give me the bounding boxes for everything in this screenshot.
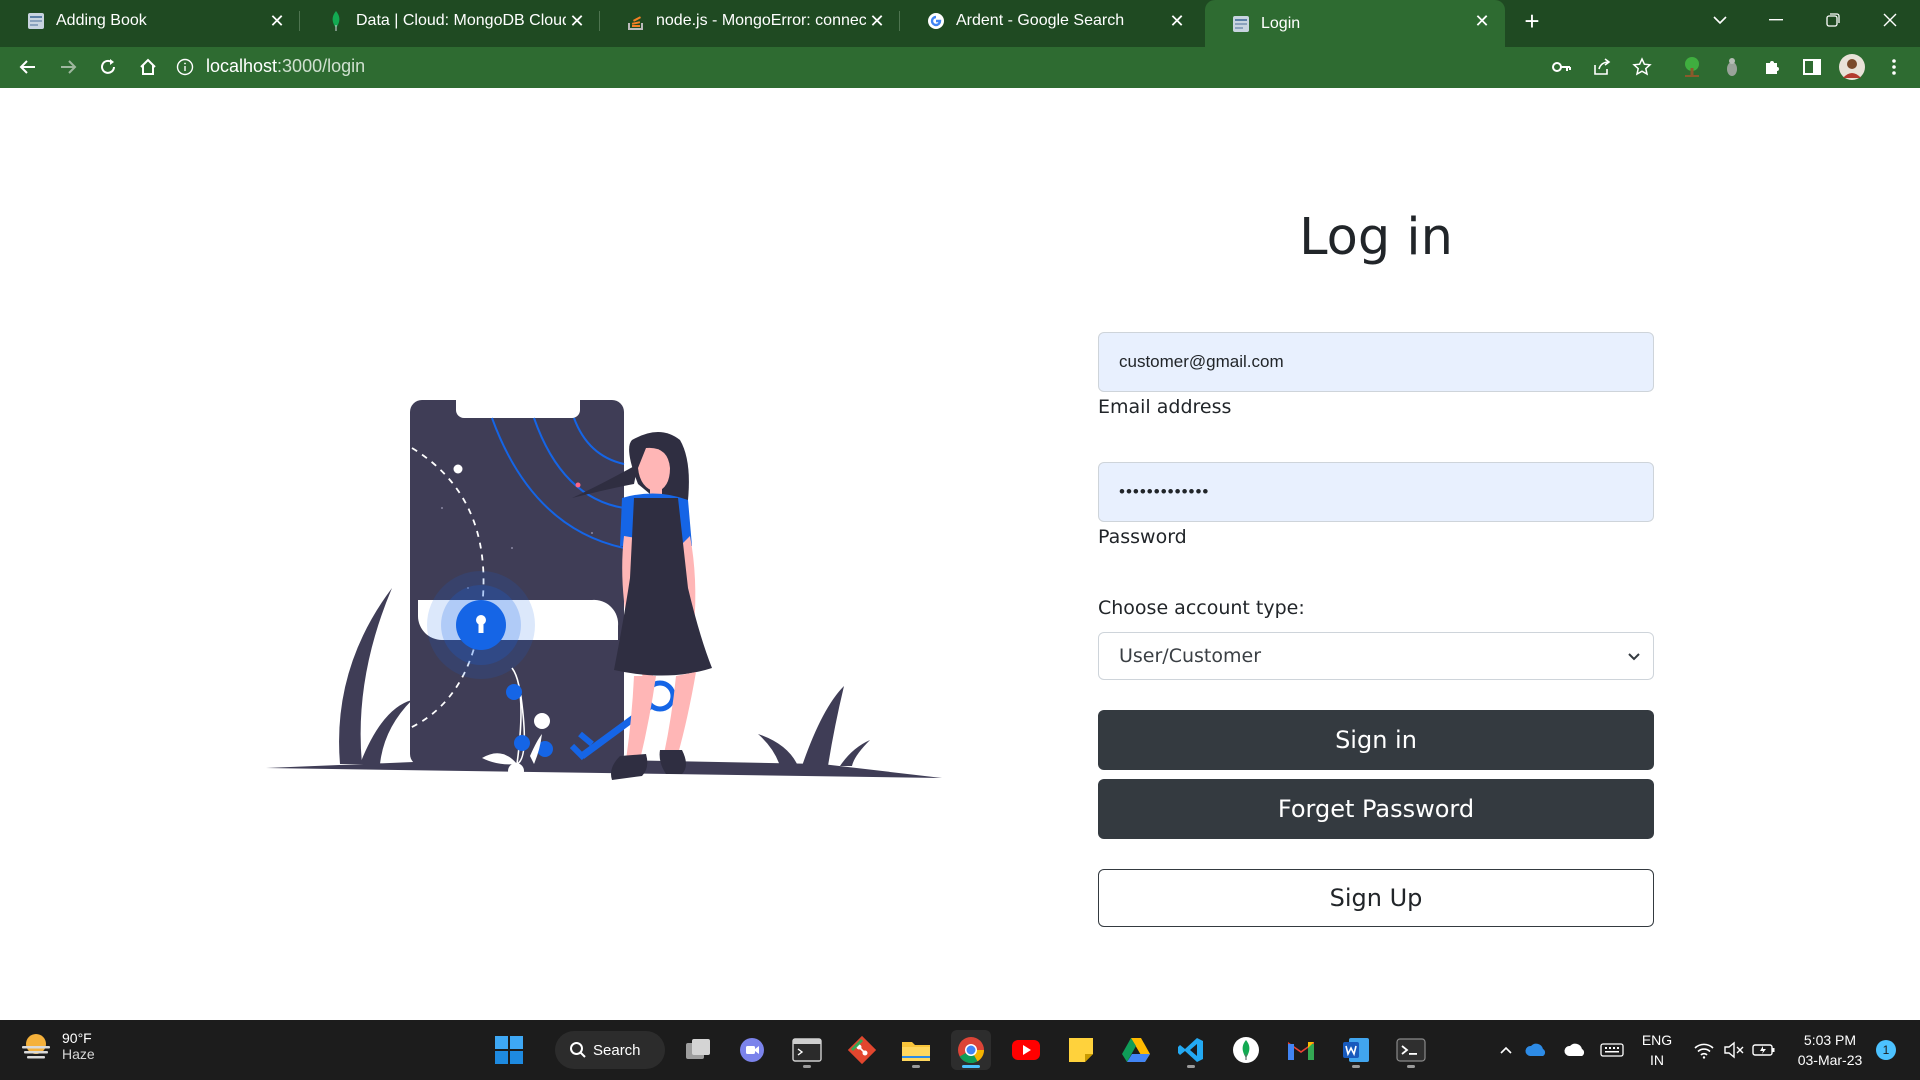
- terminal-window-icon[interactable]: [787, 1030, 827, 1070]
- browser-toolbar: localhost :3000/login: [0, 47, 1920, 88]
- notification-badge[interactable]: 1: [1876, 1040, 1896, 1060]
- password-label: Password: [1098, 526, 1187, 548]
- minimize-icon[interactable]: [1748, 0, 1804, 40]
- reload-icon[interactable]: [92, 51, 124, 83]
- close-tab-icon[interactable]: ✕: [1473, 12, 1491, 30]
- word-icon[interactable]: [1336, 1030, 1376, 1070]
- extensions-puzzle-icon[interactable]: [1758, 53, 1786, 81]
- taskbar-search[interactable]: Search: [555, 1031, 665, 1069]
- page-title: Log in: [1299, 208, 1453, 267]
- tree-extension-icon[interactable]: [1678, 53, 1706, 81]
- weather-condition: Haze: [62, 1046, 95, 1062]
- close-tab-icon[interactable]: ✕: [1168, 12, 1186, 30]
- profile-avatar[interactable]: [1838, 53, 1866, 81]
- gmail-icon[interactable]: [1281, 1030, 1321, 1070]
- restore-icon[interactable]: [1805, 0, 1861, 40]
- close-window-icon[interactable]: [1862, 0, 1918, 40]
- account-type-selected: User/Customer: [1119, 645, 1261, 667]
- forget-password-button[interactable]: Forget Password: [1098, 779, 1654, 839]
- task-view-icon[interactable]: [678, 1030, 718, 1070]
- terminal-icon[interactable]: [1391, 1030, 1431, 1070]
- language-code: ENG: [1641, 1032, 1673, 1048]
- new-tab-button[interactable]: +: [1518, 8, 1546, 36]
- volume-muted-icon[interactable]: [1720, 1030, 1748, 1070]
- mongodb-compass-icon[interactable]: [1226, 1030, 1266, 1070]
- tab-title: Adding Book: [56, 12, 147, 29]
- tab-title: Data | Cloud: MongoDB Cloud: [356, 12, 566, 29]
- google-icon: [926, 11, 946, 31]
- tab-search-chevron-icon[interactable]: [1692, 0, 1748, 40]
- tab-login[interactable]: Login ✕: [1205, 0, 1505, 47]
- tab-title: Ardent - Google Search: [956, 12, 1125, 29]
- tray-overflow-chevron-icon[interactable]: [1494, 1030, 1518, 1070]
- forward-arrow-icon[interactable]: [52, 51, 84, 83]
- wifi-icon[interactable]: [1690, 1030, 1718, 1070]
- youtube-icon[interactable]: [1006, 1030, 1046, 1070]
- browser-tab-strip: Adding Book ✕ Data | Cloud: MongoDB Clou…: [0, 0, 1920, 47]
- weather-temp: 90°F: [62, 1030, 92, 1046]
- key-icon[interactable]: [1548, 53, 1576, 81]
- url-host: localhost: [206, 56, 278, 76]
- keyboard-icon[interactable]: [1598, 1030, 1626, 1070]
- sign-up-button[interactable]: Sign Up: [1098, 869, 1654, 927]
- search-icon: [569, 1041, 587, 1059]
- account-type-select[interactable]: User/Customer: [1098, 632, 1654, 680]
- email-field[interactable]: customer@gmail.com: [1098, 332, 1654, 392]
- login-page: Log in customer@gmail.com Email address …: [0, 88, 1920, 1020]
- haze-sun-icon: [20, 1032, 52, 1060]
- close-tab-icon[interactable]: ✕: [268, 12, 286, 30]
- weather-widget[interactable]: 90°F Haze: [20, 1030, 95, 1062]
- grey-extension-icon[interactable]: [1718, 53, 1746, 81]
- clock-time: 5:03 PM: [1803, 1032, 1857, 1048]
- windows-taskbar: 90°F Haze Search ENG IN 5:03 PM 03-Mar-2…: [0, 1020, 1920, 1080]
- region-code: IN: [1650, 1052, 1664, 1068]
- vscode-icon[interactable]: [1171, 1030, 1211, 1070]
- home-icon[interactable]: [132, 51, 164, 83]
- chevron-down-icon: [1625, 647, 1643, 665]
- google-drive-icon[interactable]: [1116, 1030, 1156, 1070]
- tab-mongodb-cloud[interactable]: Data | Cloud: MongoDB Cloud ✕: [300, 0, 600, 42]
- site-info-icon[interactable]: [176, 58, 194, 76]
- back-arrow-icon[interactable]: [12, 51, 44, 83]
- onedrive-cloud-icon[interactable]: [1522, 1030, 1550, 1070]
- address-bar[interactable]: localhost :3000/login: [176, 47, 365, 86]
- url-path: :3000/login: [277, 56, 366, 76]
- account-type-label: Choose account type:: [1098, 597, 1305, 619]
- start-windows-icon[interactable]: [489, 1030, 529, 1070]
- search-label: Search: [593, 1041, 641, 1059]
- close-tab-icon[interactable]: ✕: [568, 12, 586, 30]
- close-tab-icon[interactable]: ✕: [868, 12, 886, 30]
- git-icon[interactable]: [842, 1030, 882, 1070]
- clock-date: 03-Mar-23: [1797, 1052, 1863, 1068]
- sign-in-button[interactable]: Sign in: [1098, 710, 1654, 770]
- sticky-notes-icon[interactable]: [1061, 1030, 1101, 1070]
- tab-title: Login: [1261, 14, 1301, 32]
- login-illustration: [266, 400, 942, 780]
- password-field[interactable]: •••••••••••••: [1098, 462, 1654, 522]
- stackoverflow-icon: [626, 11, 646, 31]
- cloud-icon[interactable]: [1561, 1030, 1589, 1070]
- browser-menu-icon[interactable]: [1880, 53, 1908, 81]
- tab-stackoverflow[interactable]: node.js - MongoError: connect E ✕: [600, 0, 900, 42]
- notification-count: 1: [1882, 1043, 1890, 1057]
- bookmark-star-icon[interactable]: [1628, 53, 1656, 81]
- tab-adding-book[interactable]: Adding Book ✕: [0, 0, 300, 42]
- page-icon: [1231, 14, 1251, 34]
- chrome-icon[interactable]: [951, 1030, 991, 1070]
- side-panel-icon[interactable]: [1798, 53, 1826, 81]
- mongodb-leaf-icon: [326, 11, 346, 31]
- tab-google-search[interactable]: Ardent - Google Search ✕: [900, 0, 1200, 42]
- language-indicator[interactable]: ENG IN: [1636, 1030, 1678, 1070]
- page-icon: [26, 11, 46, 31]
- tab-title: node.js - MongoError: connect E: [656, 12, 866, 29]
- share-icon[interactable]: [1588, 53, 1616, 81]
- taskbar-clock[interactable]: 5:03 PM 03-Mar-23: [1790, 1030, 1870, 1070]
- file-explorer-icon[interactable]: [896, 1030, 936, 1070]
- email-label: Email address: [1098, 396, 1232, 418]
- battery-icon[interactable]: [1750, 1030, 1778, 1070]
- teams-chat-icon[interactable]: [732, 1030, 772, 1070]
